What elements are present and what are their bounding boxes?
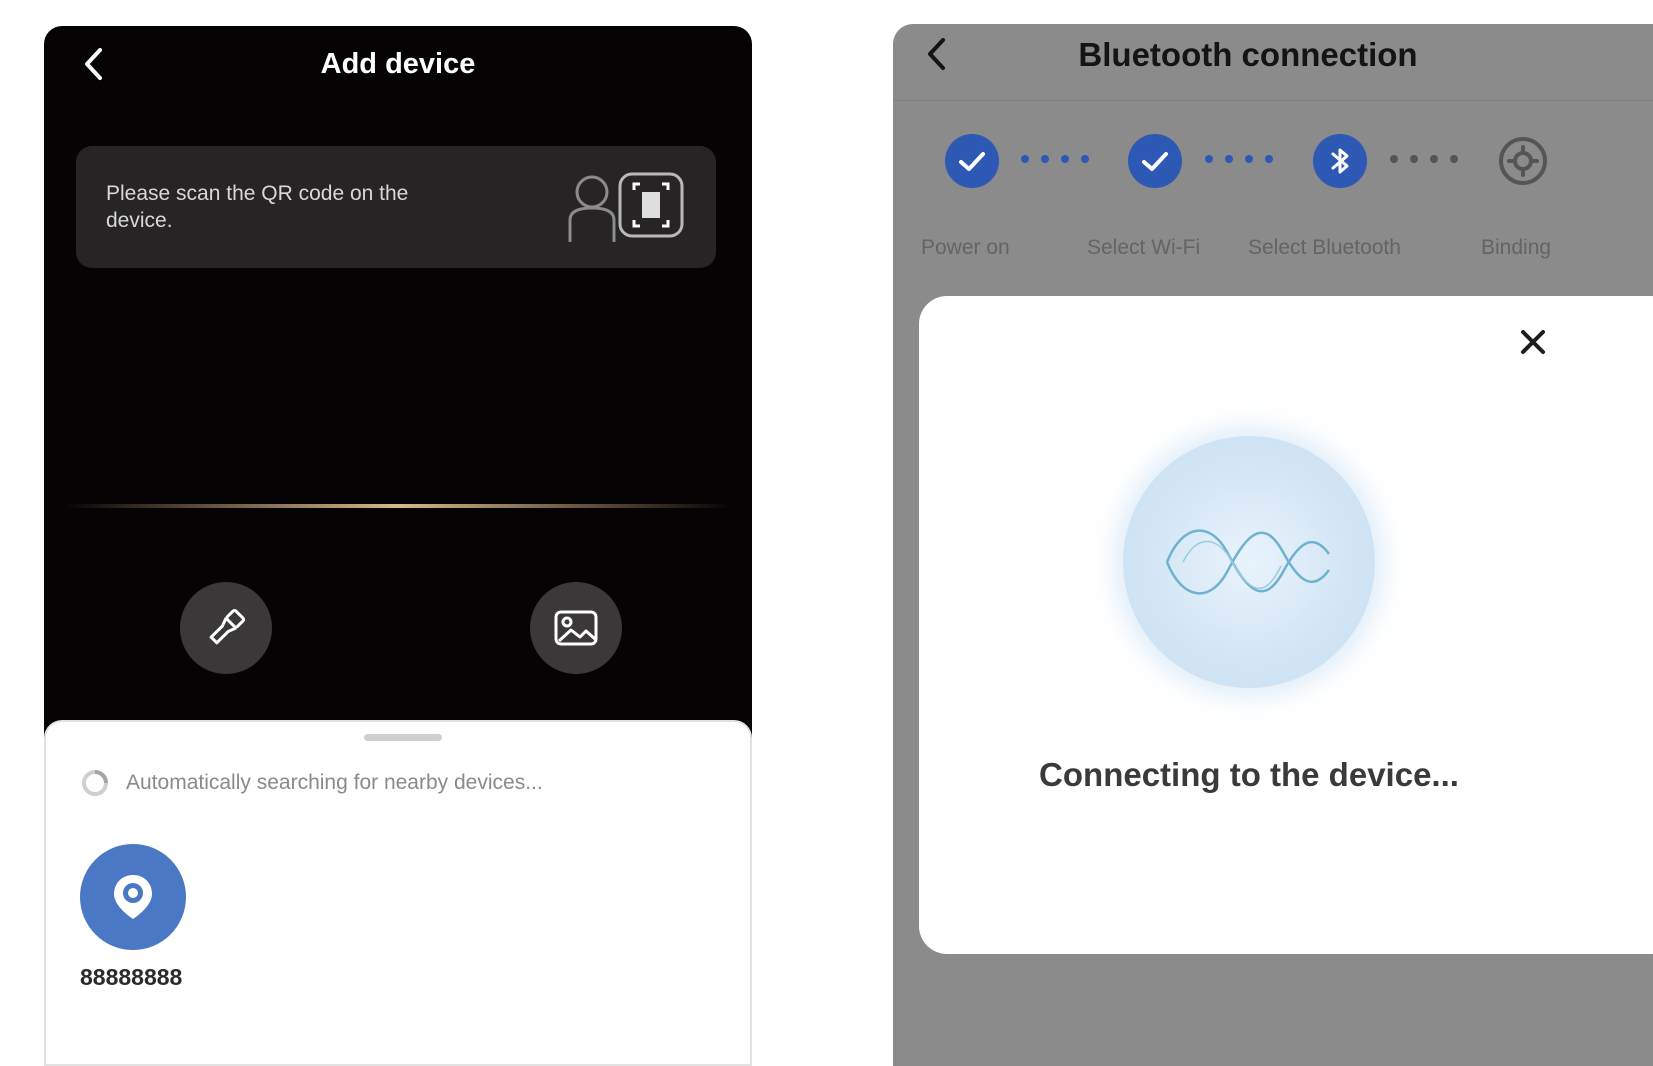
- step-select-bluetooth: [1313, 134, 1367, 188]
- close-icon: [1521, 330, 1545, 354]
- step-connector: [1390, 155, 1458, 165]
- check-icon: [1142, 152, 1168, 171]
- scan-line: [64, 504, 732, 508]
- sheet-drag-handle[interactable]: [364, 734, 442, 741]
- flashlight-button[interactable]: [180, 582, 272, 674]
- scan-instruction-banner: Please scan the QR code on the device.: [76, 146, 716, 268]
- bluetooth-icon: [1331, 148, 1349, 174]
- connecting-status-text: Connecting to the device...: [1039, 756, 1459, 793]
- check-icon: [959, 152, 985, 171]
- add-device-header: Add device: [44, 26, 752, 106]
- bluetooth-connection-screen: Bluetooth connection Power on Select Wi-…: [893, 24, 1653, 1066]
- page-title: Add device: [320, 48, 476, 80]
- flashlight-icon: [209, 608, 246, 645]
- step-binding: [1496, 134, 1550, 188]
- bluetooth-header: Bluetooth connection: [893, 24, 1653, 101]
- connecting-dialog: Connecting to the device...: [919, 296, 1653, 954]
- binding-gear-icon: [1499, 137, 1547, 185]
- device-avatar: [80, 844, 186, 950]
- location-pin-icon: [114, 875, 152, 919]
- step-label-select-wifi: Select Wi-Fi: [1087, 236, 1201, 259]
- device-item[interactable]: 88888888: [80, 844, 200, 991]
- step-label-binding: Binding: [1481, 236, 1552, 259]
- album-button[interactable]: [530, 582, 622, 674]
- device-name: 88888888: [80, 964, 183, 990]
- step-label-power-on: Power on: [921, 236, 1010, 259]
- step-select-wifi: [1128, 134, 1182, 188]
- step-connector: [1205, 155, 1273, 165]
- step-power-on: [945, 134, 999, 188]
- search-status: Automatically searching for nearby devic…: [80, 768, 543, 798]
- search-spinner-icon: [82, 770, 108, 796]
- page-title: Bluetooth connection: [1078, 36, 1418, 73]
- scan-person-icon: [568, 172, 684, 242]
- close-button[interactable]: [1515, 324, 1551, 360]
- step-label-select-bluetooth: Select Bluetooth: [1248, 236, 1401, 259]
- add-device-screen: Add device Please scan the QR code on th…: [44, 26, 752, 1066]
- image-icon: [554, 610, 598, 646]
- nearby-devices-sheet: Automatically searching for nearby devic…: [44, 720, 752, 1066]
- scan-instruction-text: Please scan the QR code on the device.: [106, 182, 409, 232]
- connection-animation: [1123, 436, 1375, 688]
- search-status-text: Automatically searching for nearby devic…: [126, 771, 543, 794]
- connection-wave-icon: [1165, 529, 1331, 595]
- step-connector: [1021, 155, 1089, 165]
